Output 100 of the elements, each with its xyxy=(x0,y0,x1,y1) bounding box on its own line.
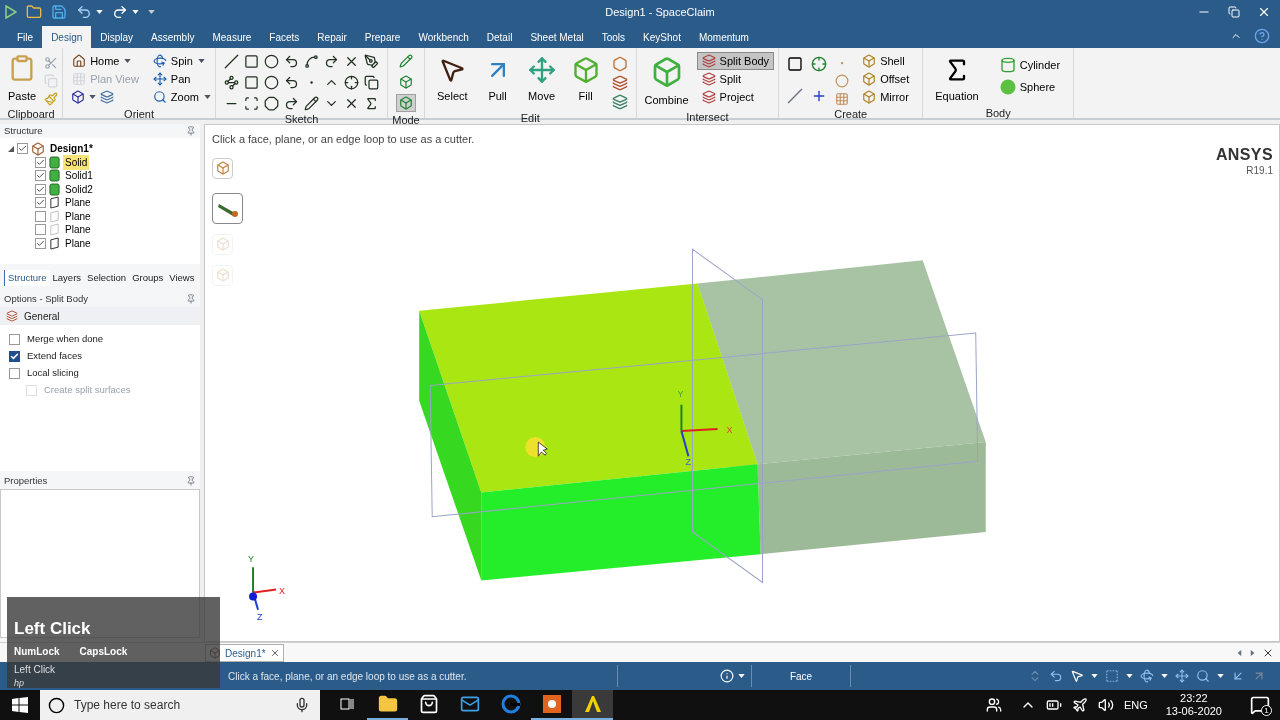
cursor-icon[interactable] xyxy=(1070,669,1084,683)
rotate-icon[interactable] xyxy=(1140,669,1154,683)
airplane-icon[interactable] xyxy=(1071,697,1088,713)
ribbon-tab[interactable]: Sheet Metal xyxy=(521,26,593,48)
layers-icon[interactable] xyxy=(611,94,628,110)
point-icon[interactable] xyxy=(811,56,828,72)
notification-icon[interactable] xyxy=(1250,695,1270,715)
line-icon[interactable] xyxy=(224,54,239,69)
ribbon-tab[interactable]: File xyxy=(8,26,43,48)
info-icon[interactable] xyxy=(720,669,734,683)
sphere-button[interactable]: Sphere xyxy=(994,78,1066,96)
rectangle-icon[interactable] xyxy=(244,54,259,69)
tree-item[interactable]: Solid1 xyxy=(63,168,95,184)
ribbon-tab[interactable]: Assembly xyxy=(142,26,204,48)
save-icon[interactable] xyxy=(51,4,67,20)
panel-tab[interactable]: Structure xyxy=(4,270,50,286)
ribbon-tab[interactable]: Tools xyxy=(592,26,635,48)
language-indicator[interactable]: ENG xyxy=(1123,696,1148,714)
layers-icon[interactable] xyxy=(611,75,628,91)
caret-icon[interactable] xyxy=(1250,649,1255,656)
caret-icon[interactable] xyxy=(124,59,132,63)
option-checkbox[interactable] xyxy=(9,334,20,345)
tree-checkbox[interactable] xyxy=(35,237,46,249)
pin-icon[interactable] xyxy=(186,126,196,136)
ribbon-tab[interactable]: Design xyxy=(42,26,92,48)
ribbon-tab[interactable]: Momentum xyxy=(689,26,758,48)
spline-icon[interactable] xyxy=(304,54,319,69)
ribbon-tab[interactable]: Detail xyxy=(477,26,522,48)
tree-checkbox[interactable] xyxy=(17,143,28,155)
caret-icon[interactable] xyxy=(132,10,139,14)
search-icon[interactable] xyxy=(1196,669,1210,683)
ribbon-tab[interactable]: Workbench xyxy=(409,26,478,48)
ribbon-tab[interactable]: Repair xyxy=(308,26,356,48)
square-icon[interactable] xyxy=(244,75,259,90)
taskbar-app[interactable] xyxy=(572,690,613,720)
volume-icon[interactable] xyxy=(1097,697,1114,713)
people-icon[interactable] xyxy=(985,697,1002,713)
cylinder-button[interactable]: Cylinder xyxy=(994,56,1066,74)
sigma-icon[interactable] xyxy=(364,96,379,111)
polygon-icon[interactable] xyxy=(264,96,279,111)
arc-icon[interactable] xyxy=(284,54,299,69)
create-button[interactable]: Mirror xyxy=(857,88,915,106)
plane-icon[interactable] xyxy=(787,56,804,72)
ribbon-tab[interactable]: KeyShot xyxy=(634,26,690,48)
arc-icon[interactable] xyxy=(324,54,339,69)
caret-icon[interactable] xyxy=(148,10,155,14)
close-icon[interactable] xyxy=(1257,5,1271,19)
home-button[interactable]: Home xyxy=(67,52,125,70)
battery-icon[interactable] xyxy=(1045,697,1062,713)
caret-icon[interactable] xyxy=(1126,674,1133,678)
tree-item[interactable]: Plane xyxy=(63,235,93,251)
microphone-icon[interactable] xyxy=(294,697,310,713)
caret-icon[interactable] xyxy=(197,59,205,63)
option-checkbox[interactable] xyxy=(9,351,20,362)
split-button[interactable]: Split xyxy=(696,70,775,88)
caret-icon[interactable] xyxy=(96,10,103,14)
caret-icon[interactable] xyxy=(738,674,745,678)
option-checkbox[interactable] xyxy=(9,368,20,379)
panel-tab[interactable]: Layers xyxy=(49,270,85,286)
caret-icon[interactable] xyxy=(204,95,211,99)
circle-icon[interactable] xyxy=(264,54,279,69)
tree-checkbox[interactable] xyxy=(35,183,46,195)
pan-button[interactable]: Pan xyxy=(147,70,211,88)
tree-checkbox[interactable] xyxy=(35,210,46,222)
move-button[interactable]: Move xyxy=(523,56,560,110)
zoom-button[interactable]: Zoom xyxy=(147,88,204,106)
tool-guide-button[interactable] xyxy=(212,157,233,179)
tree-item[interactable]: Solid2 xyxy=(63,181,95,197)
box-select-icon[interactable] xyxy=(1105,669,1119,683)
caret-icon[interactable] xyxy=(1161,674,1168,678)
tree-item[interactable]: Plane xyxy=(63,195,93,211)
tree-item[interactable]: Plane xyxy=(63,222,93,238)
undo-icon[interactable] xyxy=(76,4,92,20)
circle-icon[interactable] xyxy=(264,75,279,90)
close-icon[interactable] xyxy=(269,648,280,658)
cube-icon[interactable] xyxy=(71,90,86,104)
pin-icon[interactable] xyxy=(186,476,196,486)
help-icon[interactable] xyxy=(1254,28,1270,44)
cross-icon[interactable] xyxy=(344,54,359,69)
panel-tab[interactable]: Groups xyxy=(129,270,167,286)
hexagon-icon[interactable] xyxy=(611,56,628,72)
redo-icon[interactable] xyxy=(112,4,128,20)
selection-filter[interactable]: Face xyxy=(751,665,851,687)
viewport-canvas[interactable]: Click a face, plane, or an edge loop to use as a cutter. ANSYS R19.1 Y X Z Y X Z xyxy=(204,124,1280,642)
caret-icon[interactable] xyxy=(89,95,97,99)
tool-guide-button[interactable] xyxy=(212,192,243,224)
expander-icon[interactable] xyxy=(8,145,14,152)
pin-icon[interactable] xyxy=(186,294,196,304)
folder-icon[interactable] xyxy=(26,4,42,20)
tree-item[interactable]: Solid xyxy=(63,154,90,170)
panel-tab[interactable]: Selection xyxy=(84,270,130,286)
mode-button[interactable] xyxy=(396,94,416,112)
ribbon-tab[interactable]: Prepare xyxy=(355,26,410,48)
arc-icon[interactable] xyxy=(284,75,299,90)
spin-button[interactable]: Spin xyxy=(147,52,198,70)
tree-checkbox[interactable] xyxy=(35,170,46,182)
pen-icon[interactable] xyxy=(364,54,379,69)
panel-tab[interactable]: Views xyxy=(166,270,198,286)
cross-icon[interactable] xyxy=(344,96,359,111)
layers-icon[interactable] xyxy=(100,90,115,104)
